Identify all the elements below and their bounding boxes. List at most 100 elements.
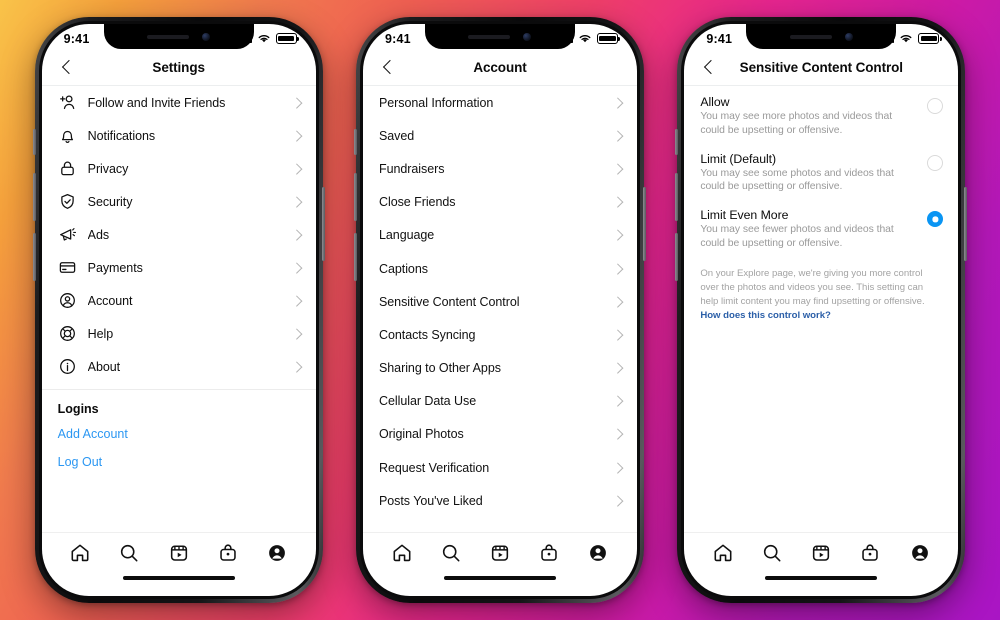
settings-row-label: Privacy <box>87 161 129 176</box>
option-limit-default[interactable]: Limit (Default) You may see some photos … <box>684 143 958 200</box>
account-row-original-photos[interactable]: Original Photos <box>363 418 637 451</box>
search-icon[interactable] <box>761 542 783 564</box>
radio-allow[interactable] <box>927 98 944 114</box>
home-icon[interactable] <box>391 542 413 564</box>
account-circle-icon <box>59 293 75 308</box>
account-row-sensitive-content-control[interactable]: Sensitive Content Control <box>363 285 637 318</box>
account-row-saved[interactable]: Saved <box>363 119 637 152</box>
chevron-right-icon <box>293 363 301 371</box>
volume-down-button[interactable] <box>32 233 36 281</box>
status-bar: 9:41 <box>42 24 316 50</box>
option-description: You may see fewer photos and videos that… <box>700 224 894 250</box>
settings-row-security[interactable]: Security <box>42 185 316 218</box>
power-button[interactable] <box>321 187 325 261</box>
volume-up-button[interactable] <box>353 173 357 221</box>
search-icon[interactable] <box>118 542 140 564</box>
settings-row-label: Security <box>87 194 133 209</box>
radio-limit-default[interactable] <box>927 154 944 171</box>
section-title-logins: Logins <box>57 402 99 416</box>
radio-limit-even-more[interactable] <box>927 211 944 228</box>
signal-bars-icon <box>558 34 573 43</box>
settings-row-label: Follow and Invite Friends <box>87 95 226 110</box>
status-indicators <box>558 33 618 44</box>
account-row-label: Posts You've Liked <box>378 493 483 508</box>
settings-row-label: Account <box>87 293 133 308</box>
back-button[interactable] <box>58 59 76 77</box>
mute-switch[interactable] <box>675 129 679 155</box>
profile-icon[interactable] <box>587 542 609 564</box>
account-row-fundraisers[interactable]: Fundraisers <box>363 152 637 185</box>
profile-icon[interactable] <box>266 542 288 564</box>
wifi-icon <box>900 35 912 43</box>
account-row-language[interactable]: Language <box>363 219 637 252</box>
settings-row-follow-invite-friends[interactable]: Follow and Invite Friends <box>42 86 316 119</box>
option-title: Limit (Default) <box>700 151 777 166</box>
option-allow[interactable]: Allow You may see more photos and videos… <box>684 86 958 143</box>
add-account-link[interactable]: Add Account <box>42 420 316 448</box>
battery-icon <box>596 33 618 44</box>
phone-sensitive-content-control: 9:41 Sensitive Content Control Allow You… <box>675 17 968 603</box>
battery-icon <box>275 33 297 44</box>
shop-icon[interactable] <box>217 542 239 564</box>
how-does-this-control-work-link[interactable]: How does this control work? <box>700 310 831 321</box>
screen-settings: 9:41 Settings Follow and Invite Friends … <box>41 24 316 596</box>
back-button[interactable] <box>700 59 718 77</box>
page-title: Settings <box>152 60 205 75</box>
chevron-right-icon <box>614 497 622 505</box>
account-row-close-friends[interactable]: Close Friends <box>363 186 637 219</box>
account-row-captions[interactable]: Captions <box>363 252 637 285</box>
account-row-cellular-data-use[interactable]: Cellular Data Use <box>363 385 637 418</box>
footnote-text: On your Explore page, we're giving you m… <box>700 267 925 307</box>
option-limit-even-more[interactable]: Limit Even More You may see fewer photos… <box>684 199 958 256</box>
settings-row-notifications[interactable]: Notifications <box>42 119 316 152</box>
account-row-sharing-to-other-apps[interactable]: Sharing to Other Apps <box>363 352 637 385</box>
settings-row-account[interactable]: Account <box>42 284 316 317</box>
settings-row-help[interactable]: Help <box>42 317 316 350</box>
account-row-request-verification[interactable]: Request Verification <box>363 451 637 484</box>
power-button[interactable] <box>964 187 968 261</box>
shop-icon[interactable] <box>859 542 881 564</box>
account-row-label: Cellular Data Use <box>378 394 477 409</box>
account-row-contacts-syncing[interactable]: Contacts Syncing <box>363 318 637 351</box>
settings-row-ads[interactable]: Ads <box>42 218 316 251</box>
navbar-account: Account <box>362 50 637 86</box>
chevron-right-icon <box>614 331 622 339</box>
status-time: 9:41 <box>384 31 411 46</box>
volume-up-button[interactable] <box>32 173 36 221</box>
power-button[interactable] <box>642 187 646 261</box>
log-out-link[interactable]: Log Out <box>42 448 316 476</box>
chevron-right-icon <box>614 198 622 206</box>
home-icon[interactable] <box>712 542 734 564</box>
navbar-settings: Settings <box>41 50 316 86</box>
chevron-right-icon <box>614 165 622 173</box>
account-row-personal-information[interactable]: Personal Information <box>363 86 637 119</box>
page-title: Sensitive Content Control <box>739 60 903 75</box>
reels-icon[interactable] <box>489 542 511 564</box>
mute-switch[interactable] <box>353 129 357 155</box>
settings-row-label: Payments <box>87 260 143 275</box>
settings-row-about[interactable]: About <box>42 350 316 383</box>
option-text: Allow You may see more photos and videos… <box>700 95 917 138</box>
home-indicator <box>42 576 316 596</box>
volume-up-button[interactable] <box>675 173 679 221</box>
volume-down-button[interactable] <box>353 233 357 281</box>
settings-row-payments[interactable]: Payments <box>42 251 316 284</box>
chevron-right-icon <box>614 265 622 273</box>
chevron-right-icon <box>614 397 622 405</box>
mute-switch[interactable] <box>32 129 36 155</box>
search-icon[interactable] <box>440 542 462 564</box>
account-row-posts-youve-liked[interactable]: Posts You've Liked <box>363 484 637 517</box>
reels-icon[interactable] <box>810 542 832 564</box>
back-button[interactable] <box>379 59 397 77</box>
status-indicators <box>237 33 297 44</box>
page-title: Account <box>473 60 527 75</box>
wifi-icon <box>258 35 270 43</box>
shop-icon[interactable] <box>538 542 560 564</box>
settings-row-privacy[interactable]: Privacy <box>42 152 316 185</box>
home-icon[interactable] <box>69 542 91 564</box>
chevron-right-icon <box>614 430 622 438</box>
volume-down-button[interactable] <box>675 233 679 281</box>
profile-icon[interactable] <box>909 542 931 564</box>
settings-row-label: About <box>87 359 121 374</box>
reels-icon[interactable] <box>168 542 190 564</box>
